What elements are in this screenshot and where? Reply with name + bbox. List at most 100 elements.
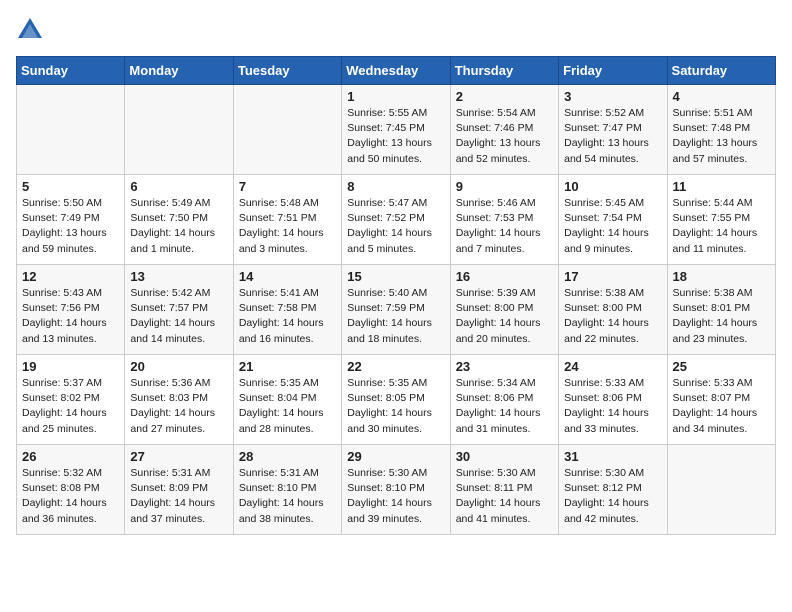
- sunset-text: Sunset: 7:58 PM: [239, 302, 317, 314]
- daylight-text: Daylight: 14 hours and 34 minutes.: [673, 407, 758, 434]
- sunrise-text: Sunrise: 5:38 AM: [564, 287, 644, 299]
- calendar-cell: 31Sunrise: 5:30 AMSunset: 8:12 PMDayligh…: [559, 445, 667, 535]
- day-number: 11: [673, 179, 770, 194]
- daylight-text: Daylight: 14 hours and 20 minutes.: [456, 317, 541, 344]
- calendar-cell: 27Sunrise: 5:31 AMSunset: 8:09 PMDayligh…: [125, 445, 233, 535]
- calendar-cell: 17Sunrise: 5:38 AMSunset: 8:00 PMDayligh…: [559, 265, 667, 355]
- day-info: Sunrise: 5:42 AMSunset: 7:57 PMDaylight:…: [130, 286, 227, 347]
- weekday-header-monday: Monday: [125, 57, 233, 85]
- day-number: 15: [347, 269, 444, 284]
- day-info: Sunrise: 5:38 AMSunset: 8:00 PMDaylight:…: [564, 286, 661, 347]
- day-number: 20: [130, 359, 227, 374]
- sunrise-text: Sunrise: 5:54 AM: [456, 107, 536, 119]
- day-number: 12: [22, 269, 119, 284]
- calendar-cell: 24Sunrise: 5:33 AMSunset: 8:06 PMDayligh…: [559, 355, 667, 445]
- daylight-text: Daylight: 14 hours and 33 minutes.: [564, 407, 649, 434]
- sunrise-text: Sunrise: 5:36 AM: [130, 377, 210, 389]
- calendar-cell: 29Sunrise: 5:30 AMSunset: 8:10 PMDayligh…: [342, 445, 450, 535]
- calendar-cell: 4Sunrise: 5:51 AMSunset: 7:48 PMDaylight…: [667, 85, 775, 175]
- sunset-text: Sunset: 7:50 PM: [130, 212, 208, 224]
- day-info: Sunrise: 5:47 AMSunset: 7:52 PMDaylight:…: [347, 196, 444, 257]
- sunrise-text: Sunrise: 5:49 AM: [130, 197, 210, 209]
- day-number: 6: [130, 179, 227, 194]
- calendar-cell: 1Sunrise: 5:55 AMSunset: 7:45 PMDaylight…: [342, 85, 450, 175]
- logo-icon: [16, 16, 44, 44]
- day-info: Sunrise: 5:33 AMSunset: 8:06 PMDaylight:…: [564, 376, 661, 437]
- sunset-text: Sunset: 7:54 PM: [564, 212, 642, 224]
- sunrise-text: Sunrise: 5:44 AM: [673, 197, 753, 209]
- calendar-cell: 25 Sunrise: 5:33 AMSunset: 8:07 PMDayligh…: [667, 355, 775, 445]
- day-number: 23: [456, 359, 553, 374]
- daylight-text: Daylight: 14 hours and 18 minutes.: [347, 317, 432, 344]
- daylight-text: Daylight: 14 hours and 30 minutes.: [347, 407, 432, 434]
- day-info: Sunrise: 5:38 AMSunset: 8:01 PMDaylight:…: [673, 286, 770, 347]
- calendar-cell: 3 Sunrise: 5:52 AMSunset: 7:47 PMDaylight…: [559, 85, 667, 175]
- weekday-header-sunday: Sunday: [17, 57, 125, 85]
- sunrise-text: Sunrise: 5:46 AM: [456, 197, 536, 209]
- day-number: 25: [673, 359, 770, 374]
- sunset-text: Sunset: 7:53 PM: [456, 212, 534, 224]
- day-info: Sunrise: 5:33 AMSunset: 8:07 PMDaylight:…: [673, 376, 770, 437]
- sunset-text: Sunset: 7:52 PM: [347, 212, 425, 224]
- sunset-text: Sunset: 8:08 PM: [22, 482, 100, 494]
- day-info: Sunrise: 5:52 AMSunset: 7:47 PMDaylight:…: [564, 106, 661, 167]
- calendar-week-row: 1Sunrise: 5:55 AMSunset: 7:45 PMDaylight…: [17, 85, 776, 175]
- sunset-text: Sunset: 8:00 PM: [564, 302, 642, 314]
- daylight-text: Daylight: 14 hours and 11 minutes.: [673, 227, 758, 254]
- daylight-text: Daylight: 14 hours and 16 minutes.: [239, 317, 324, 344]
- calendar-cell: [17, 85, 125, 175]
- weekday-header-saturday: Saturday: [667, 57, 775, 85]
- day-info: Sunrise: 5:40 AMSunset: 7:59 PMDaylight:…: [347, 286, 444, 347]
- calendar-week-row: 19Sunrise: 5:37 AMSunset: 8:02 PMDayligh…: [17, 355, 776, 445]
- day-info: Sunrise: 5:46 AMSunset: 7:53 PMDaylight:…: [456, 196, 553, 257]
- calendar-cell: [233, 85, 341, 175]
- calendar-cell: 21Sunrise: 5:35 AMSunset: 8:04 PMDayligh…: [233, 355, 341, 445]
- day-number: 27: [130, 449, 227, 464]
- daylight-text: Daylight: 14 hours and 3 minutes.: [239, 227, 324, 254]
- day-number: 28: [239, 449, 336, 464]
- daylight-text: Daylight: 13 hours and 50 minutes.: [347, 137, 432, 164]
- sunset-text: Sunset: 7:56 PM: [22, 302, 100, 314]
- calendar-cell: 15 Sunrise: 5:40 AMSunset: 7:59 PMDayligh…: [342, 265, 450, 355]
- calendar-cell: 10Sunrise: 5:45 AMSunset: 7:54 PMDayligh…: [559, 175, 667, 265]
- day-number: 18: [673, 269, 770, 284]
- day-number: 30: [456, 449, 553, 464]
- sunset-text: Sunset: 7:46 PM: [456, 122, 534, 134]
- day-number: 1: [347, 89, 444, 104]
- day-info: Sunrise: 5:45 AMSunset: 7:54 PMDaylight:…: [564, 196, 661, 257]
- calendar-cell: 22Sunrise: 5:35 AMSunset: 8:05 PMDayligh…: [342, 355, 450, 445]
- sunset-text: Sunset: 7:47 PM: [564, 122, 642, 134]
- calendar-header: SundayMondayTuesdayWednesdayThursdayFrid…: [17, 57, 776, 85]
- day-info: Sunrise: 5:51 AMSunset: 7:48 PMDaylight:…: [673, 106, 770, 167]
- day-number: 3: [564, 89, 661, 104]
- calendar-week-row: 5Sunrise: 5:50 AMSunset: 7:49 PMDaylight…: [17, 175, 776, 265]
- calendar-cell: 28Sunrise: 5:31 AMSunset: 8:10 PMDayligh…: [233, 445, 341, 535]
- sunset-text: Sunset: 8:10 PM: [347, 482, 425, 494]
- day-number: 26: [22, 449, 119, 464]
- daylight-text: Daylight: 14 hours and 23 minutes.: [673, 317, 758, 344]
- calendar-cell: 8Sunrise: 5:47 AMSunset: 7:52 PMDaylight…: [342, 175, 450, 265]
- calendar-cell: 2Sunrise: 5:54 AMSunset: 7:46 PMDaylight…: [450, 85, 558, 175]
- sunrise-text: Sunrise: 5:42 AM: [130, 287, 210, 299]
- sunset-text: Sunset: 7:45 PM: [347, 122, 425, 134]
- daylight-text: Daylight: 14 hours and 38 minutes.: [239, 497, 324, 524]
- day-number: 22: [347, 359, 444, 374]
- calendar-cell: 18 Sunrise: 5:38 AMSunset: 8:01 PMDayligh…: [667, 265, 775, 355]
- day-number: 19: [22, 359, 119, 374]
- day-info: Sunrise: 5:54 AMSunset: 7:46 PMDaylight:…: [456, 106, 553, 167]
- daylight-text: Daylight: 14 hours and 9 minutes.: [564, 227, 649, 254]
- day-info: Sunrise: 5:35 AMSunset: 8:04 PMDaylight:…: [239, 376, 336, 437]
- day-number: 13: [130, 269, 227, 284]
- day-number: 17: [564, 269, 661, 284]
- calendar-cell: 19Sunrise: 5:37 AMSunset: 8:02 PMDayligh…: [17, 355, 125, 445]
- calendar-cell: 23Sunrise: 5:34 AMSunset: 8:06 PMDayligh…: [450, 355, 558, 445]
- day-number: 2: [456, 89, 553, 104]
- calendar-cell: [667, 445, 775, 535]
- calendar-cell: 6Sunrise: 5:49 AMSunset: 7:50 PMDaylight…: [125, 175, 233, 265]
- sunset-text: Sunset: 8:11 PM: [456, 482, 533, 494]
- weekday-header-tuesday: Tuesday: [233, 57, 341, 85]
- day-number: 9: [456, 179, 553, 194]
- sunset-text: Sunset: 8:01 PM: [673, 302, 751, 314]
- sunset-text: Sunset: 8:05 PM: [347, 392, 425, 404]
- day-info: Sunrise: 5:50 AMSunset: 7:49 PMDaylight:…: [22, 196, 119, 257]
